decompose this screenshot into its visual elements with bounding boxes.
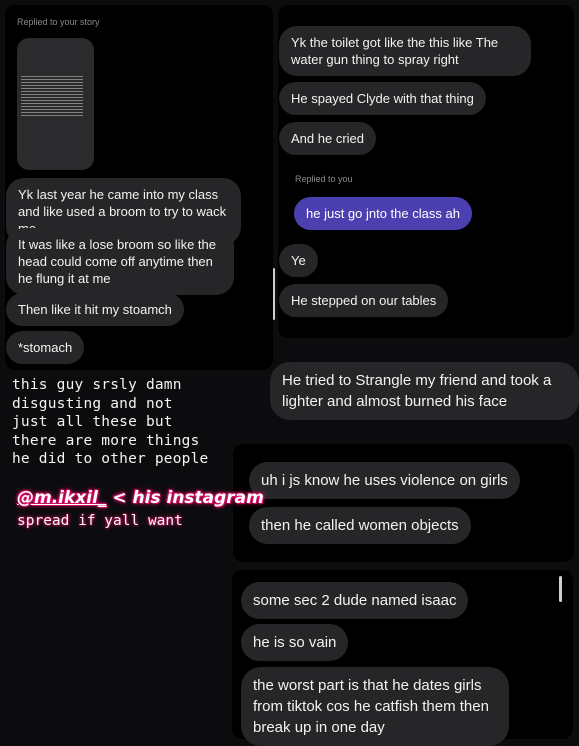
right-message-3: And he cried xyxy=(279,122,376,155)
bottom-message-1: some sec 2 dude named isaac xyxy=(241,582,469,619)
right-message-1: Yk the toilet got like the this like The… xyxy=(279,26,531,76)
caption-line-2: disgusting and not xyxy=(12,395,173,412)
caption-line-1: this guy srsly damn xyxy=(12,377,182,393)
caption-line-4: there are more things xyxy=(12,432,200,449)
right-panel-scrollbar[interactable] xyxy=(273,268,275,320)
handle-suffix: < his instagram xyxy=(106,488,264,508)
right-message-5: He stepped on our tables xyxy=(279,284,449,317)
replied-to-story-label: Replied to your story xyxy=(17,17,100,27)
right-message-4: Ye xyxy=(279,244,318,277)
strangle-message: He tried to Strangle my friend and took … xyxy=(270,362,579,420)
bottom-message-2: he is so vain xyxy=(241,624,349,661)
left-message-2: It was like a lose broom so like the hea… xyxy=(6,228,234,295)
bottom-panel-scrollbar[interactable] xyxy=(559,576,562,602)
reply-message: he just go jnto the class ah xyxy=(294,197,472,230)
caption-line-5: he did to other people xyxy=(12,451,209,467)
caption-line-3: just all these but xyxy=(12,414,173,430)
story-thumbnail[interactable] xyxy=(17,38,94,170)
spread-text: spread if yall want xyxy=(17,513,183,529)
instagram-handle[interactable]: @m.ikxil_ < his instagram xyxy=(17,488,264,508)
middle-message-1: uh i js know he uses violence on girls xyxy=(249,462,520,499)
handle-text[interactable]: @m.ikxil_ xyxy=(17,488,106,508)
middle-message-2: then he called women objects xyxy=(249,507,471,544)
right-message-2: He spayed Clyde with that thing xyxy=(279,82,486,115)
bottom-message-3: the worst part is that he dates girls fr… xyxy=(241,667,509,746)
left-message-3: Then like it hit my stoamch xyxy=(6,293,184,326)
caption-text: this guy srsly damn disgusting and not j… xyxy=(12,376,208,469)
left-message-4: *stomach xyxy=(6,331,85,364)
replied-to-you-label: Replied to you xyxy=(295,174,353,184)
